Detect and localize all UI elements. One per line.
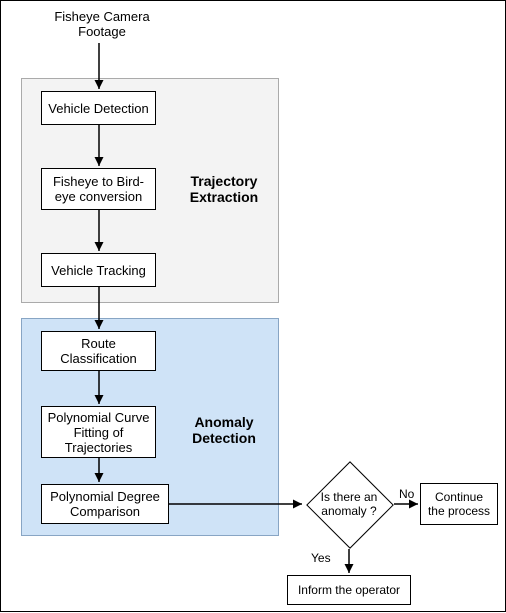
degree-comparison-box: Polynomial Degree Comparison: [41, 484, 169, 524]
anomaly-decision: Is there an anomaly ?: [304, 459, 394, 549]
route-classification-box: Route Classification: [41, 331, 156, 371]
inform-operator-box: Inform the operator: [287, 575, 411, 605]
vehicle-detection-box: Vehicle Detection: [41, 91, 156, 125]
input-label: Fisheye Camera Footage: [47, 9, 157, 39]
edge-label-no: No: [399, 487, 414, 501]
trajectory-section-label: Trajectory Extraction: [179, 173, 269, 205]
continue-process-box: Continue the process: [420, 483, 498, 525]
edge-label-yes: Yes: [311, 551, 331, 565]
curve-fitting-box: Polynomial Curve Fitting of Trajectories: [41, 406, 156, 458]
decision-text: Is there an anomaly ?: [304, 459, 394, 549]
vehicle-tracking-box: Vehicle Tracking: [41, 253, 156, 287]
flowchart-canvas: Fisheye Camera Footage Vehicle Detection…: [0, 0, 506, 612]
anomaly-section-label: Anomaly Detection: [179, 414, 269, 446]
fisheye-conversion-box: Fisheye to Bird- eye conversion: [41, 168, 156, 210]
